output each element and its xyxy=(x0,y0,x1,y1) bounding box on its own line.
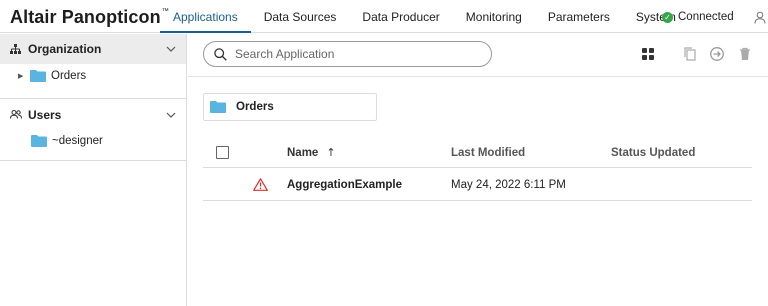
search-input[interactable] xyxy=(235,47,475,61)
tab-monitoring[interactable]: Monitoring xyxy=(453,0,535,33)
tree-item-designer[interactable]: ~designer xyxy=(31,135,103,147)
warning-icon xyxy=(253,178,268,191)
tab-data-sources[interactable]: Data Sources xyxy=(251,0,350,33)
main-panel: Orders Name ↑ Last Modified Status Update… xyxy=(188,34,768,306)
sidebar-organization-header[interactable]: Organization xyxy=(0,34,186,64)
connection-status-label: Connected xyxy=(678,11,734,23)
top-bar: Altair Panopticon™ Applications Data Sou… xyxy=(0,0,768,33)
chevron-down-icon[interactable] xyxy=(166,44,176,54)
column-header-status-updated[interactable]: Status Updated xyxy=(611,138,695,168)
grid-view-icon[interactable] xyxy=(640,46,656,62)
sidebar-users-header[interactable]: Users xyxy=(0,98,186,130)
copy-icon[interactable] xyxy=(682,46,698,62)
main-nav: Applications Data Sources Data Producer … xyxy=(160,0,689,33)
move-icon[interactable] xyxy=(709,46,725,62)
search-box[interactable] xyxy=(203,41,492,67)
connection-status: ✓ Connected xyxy=(662,11,734,23)
sort-ascending-icon[interactable]: ↑ xyxy=(326,138,335,168)
row-name[interactable]: AggregationExample xyxy=(287,170,402,200)
sidebar-users-label: Users xyxy=(28,107,62,122)
app-title: Altair Panopticon xyxy=(10,7,161,27)
folder-icon xyxy=(31,135,47,147)
tab-data-producer[interactable]: Data Producer xyxy=(349,0,452,33)
check-icon: ✓ xyxy=(662,11,673,23)
row-last-modified: May 24, 2022 6:11 PM xyxy=(451,179,566,191)
table-header: Name ↑ Last Modified Status Updated xyxy=(203,138,752,168)
column-header-name[interactable]: Name ↑ xyxy=(287,138,336,168)
table-row[interactable]: AggregationExample May 24, 2022 6:11 PM xyxy=(203,170,752,201)
sidebar: Organization ▶ Orders Users ~designer xyxy=(0,34,187,306)
tab-parameters[interactable]: Parameters xyxy=(535,0,623,33)
tree-item-label: ~designer xyxy=(52,135,103,147)
folder-icon xyxy=(30,70,46,82)
tab-applications[interactable]: Applications xyxy=(160,0,251,33)
users-icon xyxy=(10,110,22,119)
column-header-last-modified[interactable]: Last Modified xyxy=(451,138,525,168)
toolbar-divider xyxy=(188,76,768,77)
caret-right-icon[interactable]: ▶ xyxy=(18,72,28,80)
chevron-down-icon[interactable] xyxy=(166,110,176,120)
tree-item-orders[interactable]: ▶ Orders xyxy=(18,70,86,82)
column-header-label: Name xyxy=(287,147,319,159)
user-icon[interactable] xyxy=(754,11,766,24)
sidebar-organization-label: Organization xyxy=(28,42,102,56)
folder-icon xyxy=(210,101,226,113)
delete-icon[interactable] xyxy=(737,46,753,62)
tree-item-label: Orders xyxy=(51,70,87,82)
breadcrumb[interactable]: Orders xyxy=(203,93,377,121)
app-logo: Altair Panopticon™ xyxy=(10,7,169,28)
search-icon xyxy=(214,47,227,61)
breadcrumb-label: Orders xyxy=(236,101,274,113)
hierarchy-icon xyxy=(10,44,22,54)
sidebar-divider xyxy=(0,160,186,161)
select-all-checkbox[interactable] xyxy=(216,146,229,159)
